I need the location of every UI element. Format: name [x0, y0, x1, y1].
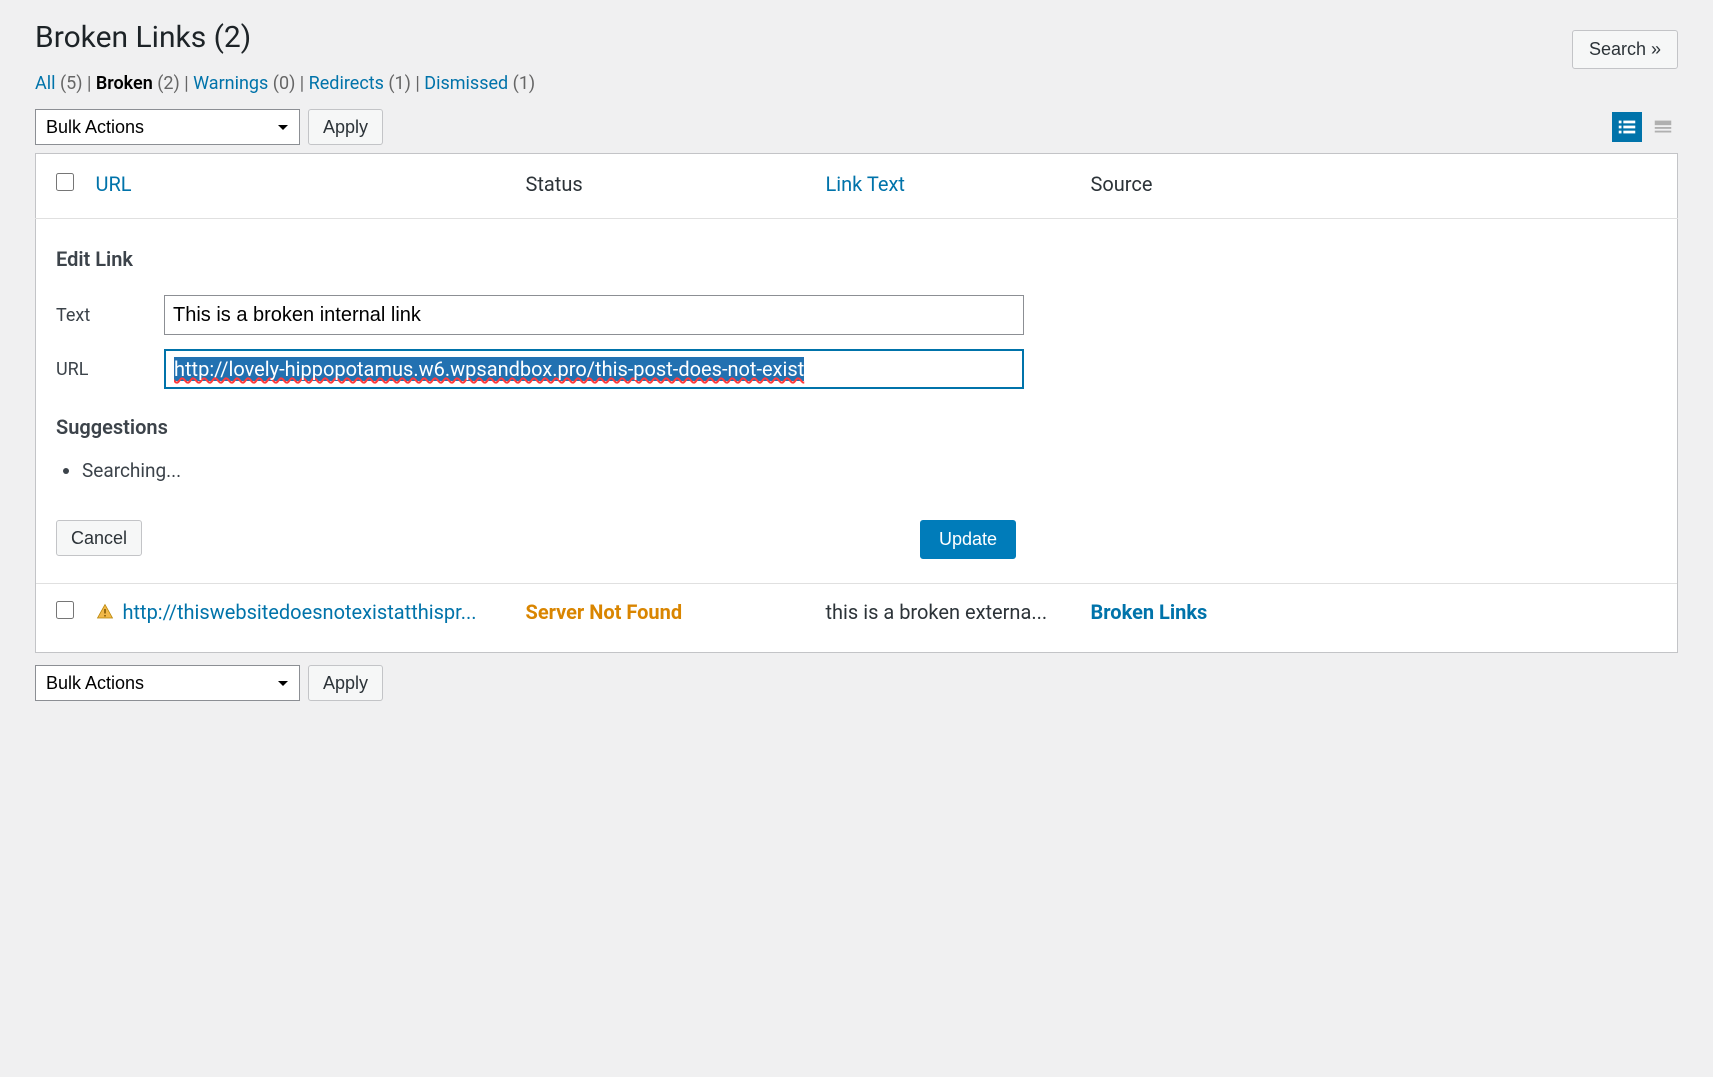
view-list-icon[interactable] [1612, 112, 1642, 142]
edit-link-heading: Edit Link [56, 247, 1657, 271]
cancel-button[interactable]: Cancel [56, 520, 142, 556]
col-url[interactable]: URL [86, 154, 516, 219]
select-all-checkbox[interactable] [56, 173, 74, 191]
col-source: Source [1081, 154, 1678, 219]
bulk-actions-select-bottom[interactable]: Bulk Actions [35, 665, 300, 701]
search-button[interactable]: Search » [1572, 30, 1678, 69]
filter-all[interactable]: All [35, 73, 56, 94]
table-row: http://thiswebsitedoesnotexistatthispr..… [36, 584, 1678, 653]
filter-broken[interactable]: Broken [96, 73, 153, 94]
suggestions-heading: Suggestions [56, 415, 1657, 439]
row-source-link[interactable]: Broken Links [1091, 600, 1208, 624]
filter-all-count: (5) [60, 73, 83, 94]
page-title: Broken Links (2) [35, 20, 535, 55]
bulk-actions-select[interactable]: Bulk Actions [35, 109, 300, 145]
link-url-input[interactable]: http://lovely-hippopotamus.w6.wpsandbox.… [164, 349, 1024, 389]
row-checkbox[interactable] [56, 601, 74, 619]
col-link-text[interactable]: Link Text [816, 154, 1081, 219]
url-label: URL [56, 359, 164, 380]
view-excerpt-icon[interactable] [1648, 112, 1678, 142]
apply-button[interactable]: Apply [308, 109, 383, 145]
row-url-link[interactable]: http://thiswebsitedoesnotexistatthispr..… [122, 600, 476, 624]
warning-icon [96, 602, 114, 620]
filter-dismissed[interactable]: Dismissed [424, 73, 508, 94]
filter-warnings-count: (0) [273, 73, 296, 94]
row-status: Server Not Found [526, 600, 683, 624]
suggestion-searching: Searching... [82, 459, 1657, 482]
filter-redirects[interactable]: Redirects [309, 73, 384, 94]
apply-button-bottom[interactable]: Apply [308, 665, 383, 701]
edit-link-panel: Edit Link Text URL http://lovely-hippopo… [36, 219, 1677, 584]
filter-bar: All (5) | Broken (2) | Warnings (0) | Re… [35, 73, 535, 94]
filter-redirects-count: (1) [388, 73, 411, 94]
row-link-text: this is a broken externa... [816, 584, 1081, 653]
text-label: Text [56, 305, 164, 326]
filter-warnings[interactable]: Warnings [193, 73, 268, 94]
update-button[interactable]: Update [920, 520, 1016, 559]
filter-dismissed-count: (1) [513, 73, 536, 94]
link-text-input[interactable] [164, 295, 1024, 335]
links-table: URL Status Link Text Source Edit Link Te… [35, 153, 1678, 653]
filter-broken-count: (2) [157, 73, 180, 94]
col-status: Status [516, 154, 816, 219]
